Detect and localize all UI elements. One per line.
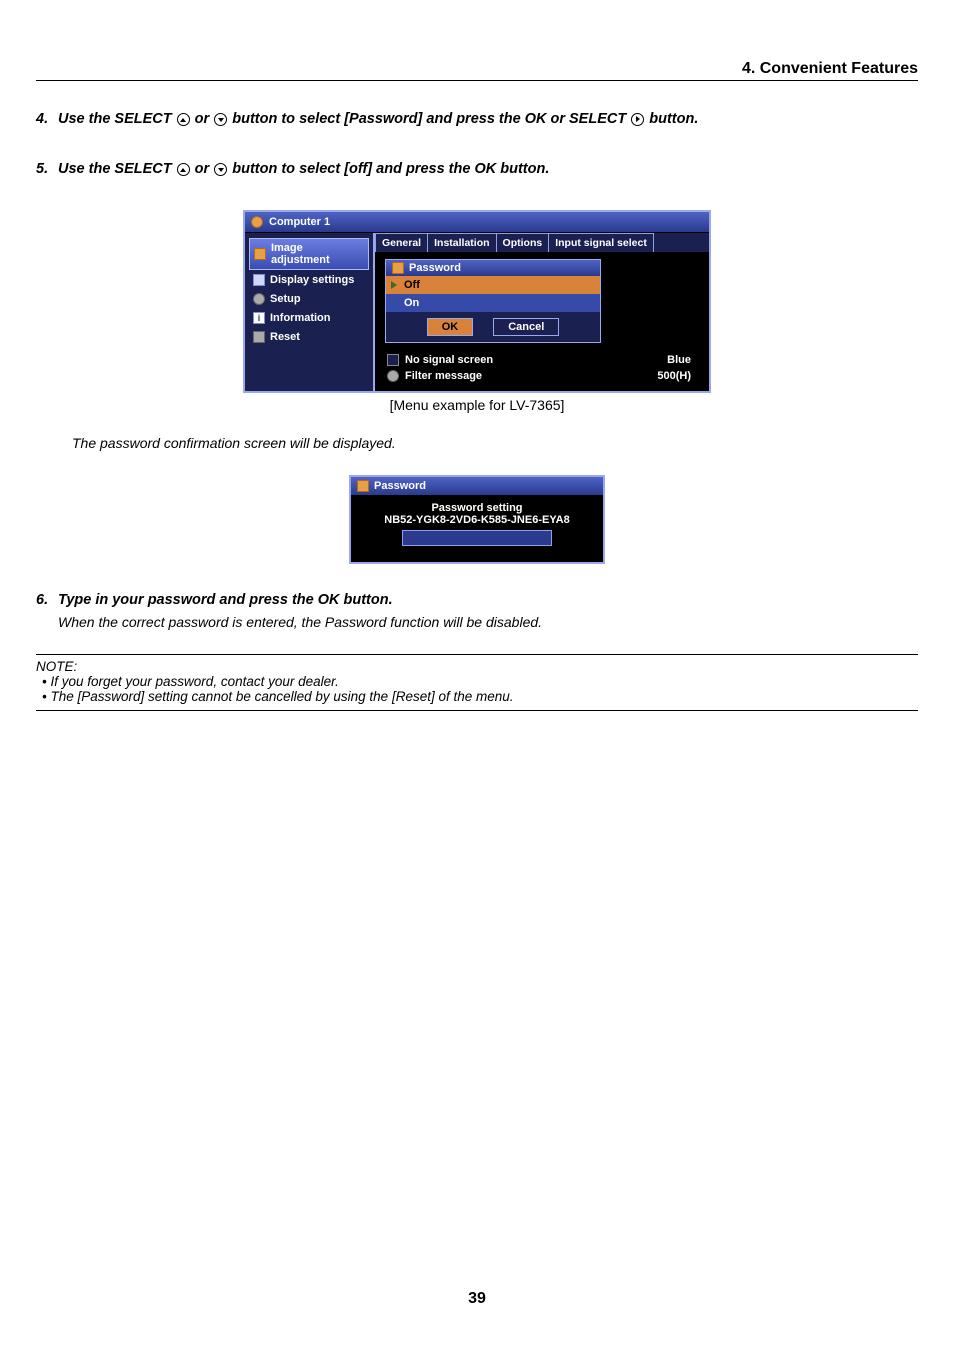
password-dialog-title: Password (386, 260, 600, 276)
reset-icon (253, 331, 265, 343)
lock-icon (357, 480, 369, 492)
ok-button[interactable]: OK (427, 318, 474, 336)
tab-input-signal-select[interactable]: Input signal select (548, 233, 654, 252)
status-label: No signal screen (405, 354, 493, 366)
step-5-text-b: button to select [off] and press the OK … (232, 161, 549, 177)
osd-tabs: General Installation Options Input signa… (375, 233, 709, 252)
step-6-text: Type in your password and press the OK b… (58, 592, 393, 608)
password-setting-dialog: Password Password setting NB52-YGK8-2VD6… (349, 475, 605, 564)
select-up-icon (177, 163, 190, 176)
sidebar-item-label: Image adjustment (271, 242, 364, 266)
sidebar-item-label: Setup (270, 293, 301, 305)
info-icon: i (253, 312, 265, 324)
sidebar-item-display-settings[interactable]: Display settings (249, 271, 369, 289)
note-label: NOTE: (36, 659, 918, 674)
status-value: Blue (667, 354, 691, 366)
status-no-signal: No signal screen Blue (379, 352, 705, 368)
display-settings-icon (253, 274, 265, 286)
password-dialog: Password Off On OK Cancel (385, 259, 601, 343)
password-dialog-title-text: Password (409, 262, 461, 274)
password-setting-heading: Password setting (359, 502, 595, 514)
osd-title: Computer 1 (269, 216, 330, 228)
step-5-number: 5. (36, 159, 58, 179)
cancel-button[interactable]: Cancel (493, 318, 559, 336)
step-4: 4. Use the SELECT or button to select [P… (36, 109, 918, 129)
step-5: 5. Use the SELECT or button to select [o… (36, 159, 918, 179)
step-4-text-tail: button. (649, 111, 698, 127)
step-4-text-mid: or (195, 111, 214, 127)
tab-general[interactable]: General (375, 233, 428, 252)
sidebar-item-information[interactable]: i Information (249, 309, 369, 327)
section-header: 4. Convenient Features (36, 60, 918, 81)
osd-title-bar: Computer 1 (245, 212, 709, 233)
step-6: 6. Type in your password and press the O… (36, 592, 918, 608)
password-input[interactable] (402, 530, 552, 546)
osd-main-panel: General Installation Options Input signa… (373, 233, 709, 391)
note-item: The [Password] setting cannot be cancell… (42, 689, 918, 704)
select-up-icon (177, 113, 190, 126)
image-adjust-icon (254, 248, 266, 260)
source-icon (251, 216, 263, 228)
password-option-off[interactable]: Off (386, 276, 600, 294)
lock-icon (392, 262, 404, 274)
sidebar-item-label: Information (270, 312, 331, 324)
step-4-text-a: Use the SELECT (58, 111, 176, 127)
tab-installation[interactable]: Installation (427, 233, 496, 252)
figure-caption: [Menu example for LV-7365] (36, 397, 918, 413)
osd-menu-figure: Computer 1 Image adjustment Display sett… (243, 210, 711, 393)
note-block: NOTE: If you forget your password, conta… (36, 654, 918, 711)
step-6-number: 6. (36, 592, 58, 608)
note-item: If you forget your password, contact you… (42, 674, 918, 689)
tab-options[interactable]: Options (496, 233, 550, 252)
step-5-text-a: Use the SELECT (58, 161, 176, 177)
confirmation-text: The password confirmation screen will be… (72, 435, 918, 451)
select-down-icon (214, 113, 227, 126)
select-right-icon (631, 113, 644, 126)
sidebar-item-setup[interactable]: Setup (249, 290, 369, 308)
status-filter-message: Filter message 500(H) (379, 368, 705, 384)
password-setting-title: Password (374, 480, 426, 492)
step-4-number: 4. (36, 109, 58, 129)
page-number: 39 (0, 1290, 954, 1308)
password-setting-title-bar: Password (351, 477, 603, 496)
password-code: NB52-YGK8-2VD6-K585-JNE6-EYA8 (359, 514, 595, 526)
sidebar-item-label: Reset (270, 331, 300, 343)
step-4-text-b: button to select [Password] and press th… (232, 111, 630, 127)
sidebar-item-label: Display settings (270, 274, 354, 286)
step-5-text-mid: or (195, 161, 214, 177)
sidebar-item-reset[interactable]: Reset (249, 328, 369, 346)
select-down-icon (214, 163, 227, 176)
step-6-result: When the correct password is entered, th… (58, 614, 918, 630)
setup-icon (253, 293, 265, 305)
password-option-on[interactable]: On (386, 294, 600, 312)
status-label: Filter message (405, 370, 482, 382)
screen-icon (387, 354, 399, 366)
sidebar-item-image-adjustment[interactable]: Image adjustment (249, 238, 369, 270)
osd-sidebar: Image adjustment Display settings Setup … (245, 233, 373, 391)
status-value: 500(H) (657, 370, 691, 382)
filter-icon (387, 370, 399, 382)
